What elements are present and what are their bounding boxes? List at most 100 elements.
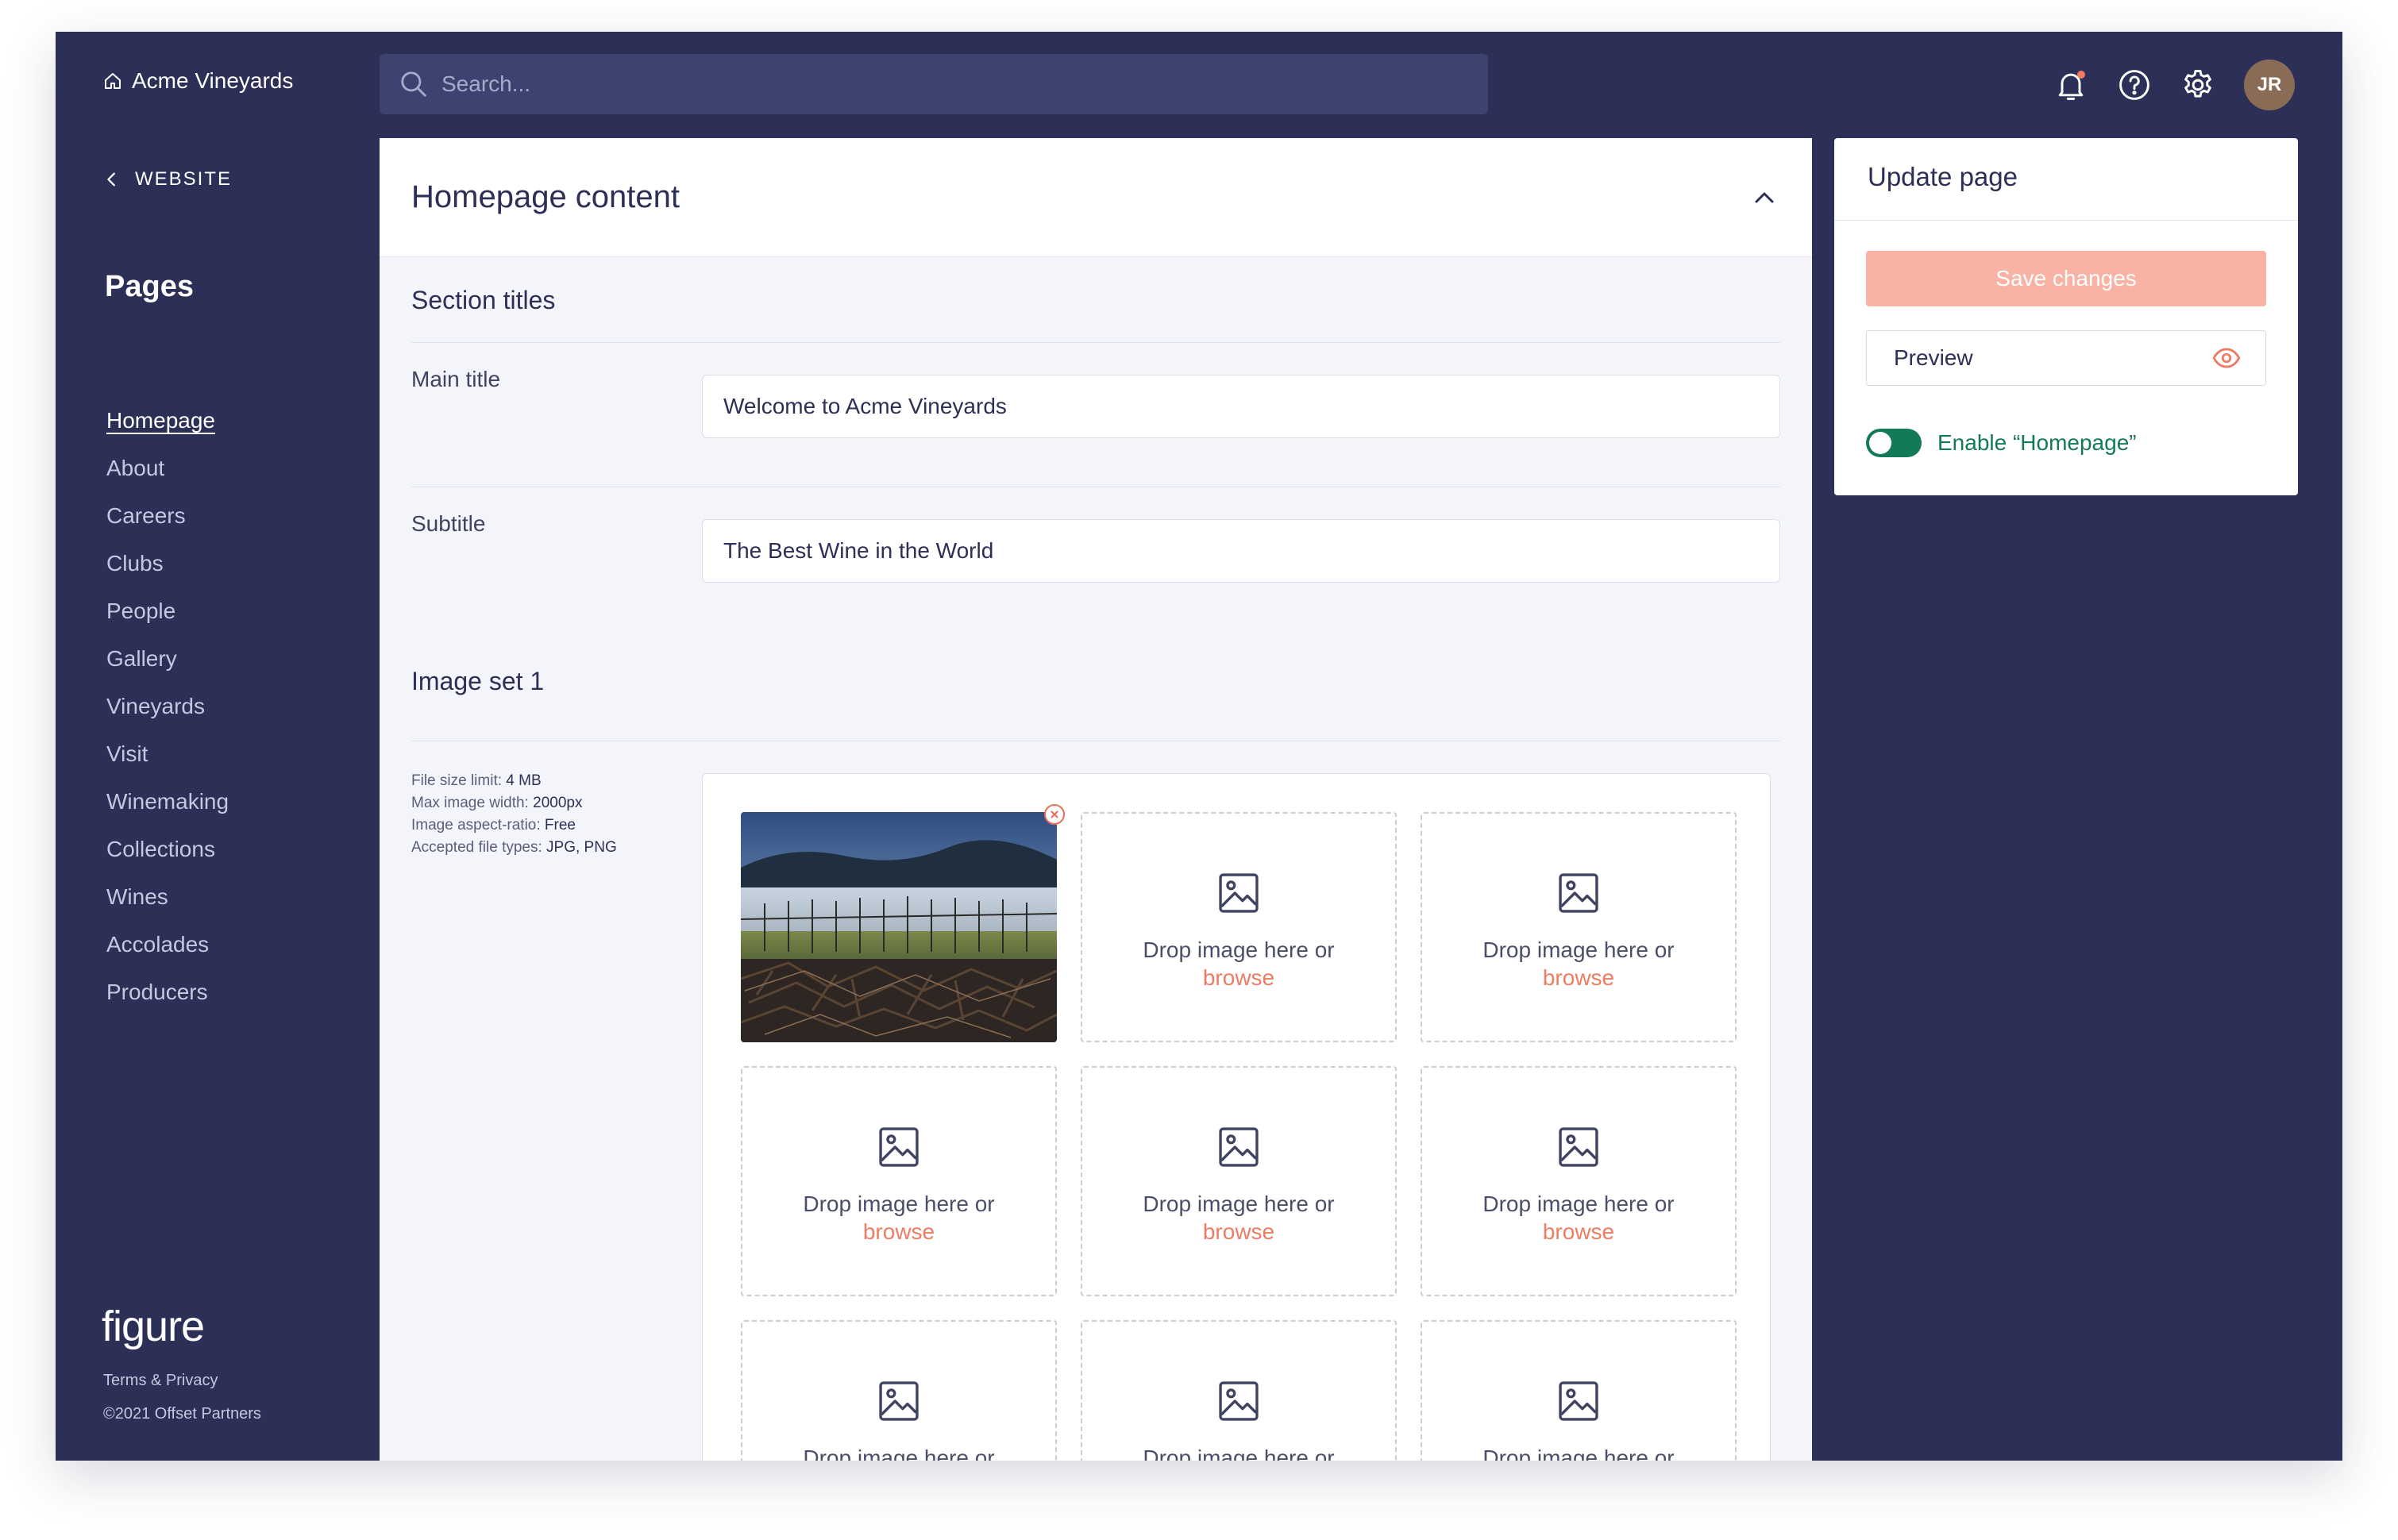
image-icon	[1216, 1378, 1262, 1424]
image-icon	[876, 1378, 922, 1424]
chevron-up-icon	[1755, 192, 1774, 202]
avatar[interactable]: JR	[2244, 60, 2295, 110]
drop-text: Drop image here or	[1143, 1192, 1335, 1216]
image-drop-zone[interactable]: Drop image here or browse	[741, 1320, 1057, 1461]
back-to-website-link[interactable]: WEBSITE	[103, 165, 232, 194]
uploaded-image-thumbnail[interactable]	[741, 804, 1065, 1042]
settings-button[interactable]	[2180, 67, 2215, 102]
image-set-row: File size limit: 4 MB Max image width: 2…	[411, 741, 1780, 1461]
eye-icon	[2211, 343, 2242, 373]
image-icon	[876, 1124, 922, 1170]
image-drop-zone[interactable]: Drop image here or browse	[1081, 1320, 1397, 1461]
browse-link[interactable]: browse	[1543, 1218, 1614, 1246]
image-icon	[1216, 870, 1262, 916]
drop-text: Drop image here or	[803, 1192, 995, 1216]
browse-link[interactable]: browse	[1203, 964, 1274, 992]
section-titles-heading: Section titles	[411, 257, 1780, 343]
page-nav: Homepage About Careers Clubs People Gall…	[106, 397, 229, 1016]
home-icon	[105, 73, 121, 89]
image-icon	[1556, 1124, 1602, 1170]
app-window: Acme Vineyards WEBSITE Pages Homepage Ab…	[56, 32, 2342, 1461]
enable-page-toggle-row: Enable “Homepage”	[1866, 429, 2137, 457]
update-page-title: Update page	[1834, 138, 2298, 221]
max-width-value: 2000px	[533, 795, 583, 811]
sidebar-item-vineyards[interactable]: Vineyards	[106, 683, 229, 730]
image-uploader: Drop image here or browse Drop image her…	[702, 773, 1771, 1461]
vineyard-photo	[741, 812, 1057, 1042]
sidebar-item-careers[interactable]: Careers	[106, 492, 229, 540]
file-types-label: Accepted file types:	[411, 839, 542, 856]
main-header: Homepage content	[380, 138, 1812, 257]
back-link-label: WEBSITE	[135, 168, 233, 190]
copyright-text: ©2021 Offset Partners	[103, 1405, 261, 1423]
toggle-knob	[1869, 432, 1891, 454]
drop-text: Drop image here or	[1143, 1446, 1335, 1461]
subtitle-input[interactable]	[702, 519, 1780, 583]
image-drop-zone[interactable]: Drop image here or browse	[1081, 812, 1397, 1042]
remove-image-button[interactable]	[1044, 804, 1065, 825]
image-icon	[1556, 1378, 1602, 1424]
search-input[interactable]	[440, 71, 1393, 98]
image-drop-zone[interactable]: Drop image here or browse	[1421, 1066, 1737, 1296]
terms-privacy-link[interactable]: Terms & Privacy	[103, 1372, 218, 1390]
preview-button[interactable]: Preview	[1866, 330, 2266, 386]
sidebar-item-producers[interactable]: Producers	[106, 968, 229, 1016]
drop-text: Drop image here or	[1482, 937, 1675, 962]
sidebar-item-wines[interactable]: Wines	[106, 873, 229, 921]
sidebar-item-accolades[interactable]: Accolades	[106, 921, 229, 968]
sidebar-item-about[interactable]: About	[106, 445, 229, 492]
top-icons: JR	[2053, 60, 2295, 110]
main-body: Section titles Main title Subtitle Image…	[380, 257, 1812, 1461]
sidebar-item-people[interactable]: People	[106, 587, 229, 635]
brand[interactable]: Acme Vineyards	[103, 65, 293, 97]
browse-link[interactable]: browse	[1543, 964, 1614, 992]
image-drop-zone[interactable]: Drop image here or browse	[1421, 1320, 1737, 1461]
update-page-panel: Update page Save changes Preview Enable …	[1834, 138, 2298, 495]
image-drop-zone[interactable]: Drop image here or browse	[1421, 812, 1737, 1042]
main-title-input[interactable]	[702, 375, 1780, 438]
drop-text: Drop image here or	[803, 1446, 995, 1461]
enable-page-label: Enable “Homepage”	[1937, 430, 2137, 455]
image-drop-zone[interactable]: Drop image here or browse	[741, 1066, 1057, 1296]
enable-page-toggle[interactable]	[1866, 429, 1922, 457]
figure-logo: figure	[102, 1303, 205, 1350]
close-icon	[1051, 810, 1058, 818]
sidebar-item-homepage[interactable]: Homepage	[106, 397, 229, 445]
image-grid: Drop image here or browse Drop image her…	[741, 804, 1737, 1461]
search-icon	[401, 71, 426, 97]
file-size-label: File size limit:	[411, 772, 503, 789]
sidebar-item-gallery[interactable]: Gallery	[106, 635, 229, 683]
notification-dot	[2077, 71, 2085, 79]
gear-icon	[2184, 70, 2211, 98]
sidebar-item-visit[interactable]: Visit	[106, 730, 229, 778]
pages-heading: Pages	[105, 270, 194, 303]
subtitle-label: Subtitle	[411, 511, 486, 536]
aspect-ratio-value: Free	[544, 817, 576, 834]
file-size-value: 4 MB	[506, 772, 542, 789]
collapse-button[interactable]	[1748, 182, 1780, 214]
drop-text: Drop image here or	[1482, 1446, 1675, 1461]
image-drop-zone[interactable]: Drop image here or browse	[1081, 1066, 1397, 1296]
help-button[interactable]	[2117, 67, 2152, 102]
preview-label: Preview	[1894, 345, 1973, 370]
save-changes-button[interactable]: Save changes	[1866, 251, 2266, 306]
browse-link[interactable]: browse	[863, 1218, 935, 1246]
notifications-button[interactable]	[2053, 67, 2088, 102]
image-icon	[1216, 1124, 1262, 1170]
brand-name: Acme Vineyards	[132, 68, 294, 93]
drop-text: Drop image here or	[1482, 1192, 1675, 1216]
sidebar-item-winemaking[interactable]: Winemaking	[106, 778, 229, 826]
sidebar-item-clubs[interactable]: Clubs	[106, 540, 229, 587]
drop-text: Drop image here or	[1143, 937, 1335, 962]
search-bar[interactable]	[380, 54, 1488, 114]
main-title-row: Main title	[411, 343, 1780, 487]
homepage-content-card: Homepage content Section titles Main tit…	[380, 138, 1812, 1461]
browse-link[interactable]: browse	[1203, 1218, 1274, 1246]
sidebar-item-collections[interactable]: Collections	[106, 826, 229, 873]
help-icon	[2119, 70, 2149, 100]
page-title: Homepage content	[411, 179, 680, 214]
image-set-heading: Image set 1	[411, 632, 1780, 741]
file-requirements: File size limit: 4 MB Max image width: 2…	[411, 770, 617, 859]
subtitle-row: Subtitle	[411, 487, 1780, 632]
image-icon	[1556, 870, 1602, 916]
